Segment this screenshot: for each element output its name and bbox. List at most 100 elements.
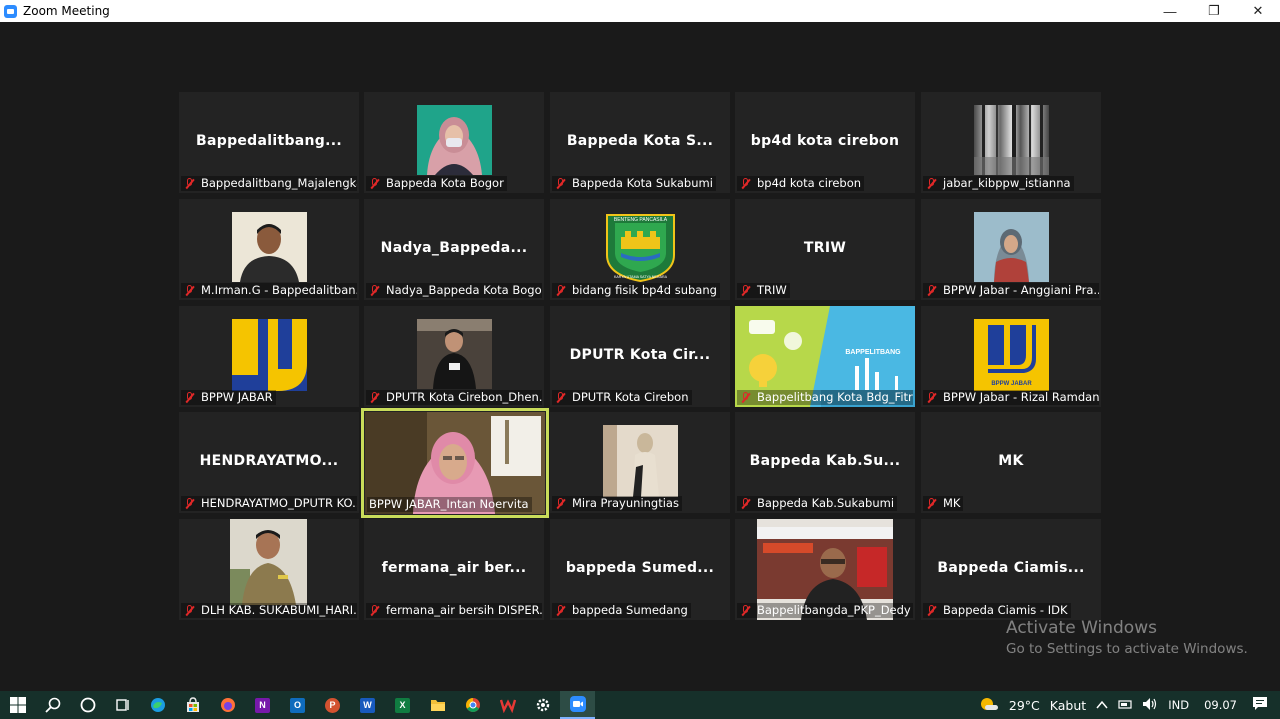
mic-muted-icon <box>368 391 381 404</box>
participant-label: M.Irman.G - Bappedalitban... <box>181 283 357 298</box>
window-titlebar: Zoom Meeting — ❐ ✕ <box>0 0 1280 22</box>
search-icon[interactable] <box>35 691 70 719</box>
excel-icon[interactable]: X <box>385 691 420 719</box>
participant-tile[interactable]: MK MK <box>921 412 1101 513</box>
settings-gear-icon[interactable] <box>525 691 560 719</box>
participant-tile[interactable]: Mira Prayuningtias <box>550 412 730 513</box>
cortana-icon[interactable] <box>70 691 105 719</box>
chevron-up-icon[interactable] <box>1096 698 1108 713</box>
participant-tile[interactable]: DPUTR Kota Cir... DPUTR Kota Cirebon <box>550 306 730 407</box>
participant-video: BENTENG PANCASILA KARYA UTAMA SATYA NEGA… <box>603 211 678 283</box>
participant-tile[interactable]: Bappeda Kab.Su... Bappeda Kab.Sukabumi <box>735 412 915 513</box>
mic-muted-icon <box>183 604 196 617</box>
edge-icon[interactable] <box>140 691 175 719</box>
participant-label: bidang fisik bp4d subang <box>552 283 720 298</box>
participant-tile[interactable]: bappeda Sumed... bappeda Sumedang <box>550 519 730 620</box>
mic-muted-icon <box>739 497 752 510</box>
participant-label: fermana_air bersih DISPER... <box>366 603 542 618</box>
close-button[interactable]: ✕ <box>1236 0 1280 22</box>
participant-label: HENDRAYATMO_DPUTR KO... <box>181 496 357 511</box>
participant-tile[interactable]: DLH KAB. SUKABUMI_HARI... <box>179 519 359 620</box>
participant-tile[interactable]: Bappedalitbang... Bappedalitbang_Majalen… <box>179 92 359 193</box>
word-icon[interactable]: W <box>350 691 385 719</box>
participant-tile[interactable]: BENTENG PANCASILA KARYA UTAMA SATYA NEGA… <box>550 199 730 300</box>
participant-tile[interactable]: BAPPELITBANG Bappelitbang Kota Bdg_Fitri… <box>735 306 915 407</box>
minimize-button[interactable]: — <box>1148 0 1192 22</box>
wps-icon[interactable] <box>490 691 525 719</box>
participant-label: Mira Prayuningtias <box>552 496 682 511</box>
participant-tile[interactable]: Bappeda Kota S... Bappeda Kota Sukabumi <box>550 92 730 193</box>
mic-muted-icon <box>925 177 938 190</box>
language-indicator[interactable]: IND <box>1168 698 1189 712</box>
participant-tile[interactable]: Nadya_Bappeda... Nadya_Bappeda Kota Bogo… <box>364 199 544 300</box>
subang-emblem-icon: BENTENG PANCASILA KARYA UTAMA SATYA NEGA… <box>606 214 675 283</box>
participant-tile[interactable]: M.Irman.G - Bappedalitban... <box>179 199 359 300</box>
mic-muted-icon <box>183 284 196 297</box>
participant-tile[interactable]: BPPW Jabar - Anggiani Pra... <box>921 199 1101 300</box>
volume-icon[interactable] <box>1142 697 1158 714</box>
participant-tile[interactable]: HENDRAYATMO... HENDRAYATMO_DPUTR KO... <box>179 412 359 513</box>
windows-start-icon[interactable] <box>0 691 35 719</box>
zoom-taskbar-icon[interactable] <box>560 691 595 719</box>
participant-label: BPPW JABAR <box>181 390 276 405</box>
mic-muted-icon <box>554 604 567 617</box>
participant-tile[interactable]: DPUTR Kota Cirebon_Dhen... <box>364 306 544 407</box>
onenote-icon[interactable]: N <box>245 691 280 719</box>
participant-name: bp4d kota cirebon <box>750 133 900 149</box>
notification-icon[interactable] <box>1252 696 1268 714</box>
restore-button[interactable]: ❐ <box>1192 0 1236 22</box>
svg-text:BAPPELITBANG: BAPPELITBANG <box>845 349 901 356</box>
mic-muted-icon <box>925 391 938 404</box>
participant-label: DPUTR Kota Cirebon_Dhen... <box>366 390 542 405</box>
participant-tile[interactable]: TRIW TRIW <box>735 199 915 300</box>
weather-temperature[interactable]: 29°C <box>1009 698 1040 713</box>
participant-name: Bappeda Kota S... <box>566 133 714 149</box>
participant-label: Bappeda Kab.Sukabumi <box>737 496 898 511</box>
outlook-icon[interactable]: O <box>280 691 315 719</box>
active-speaker-tile[interactable]: BPPW JABAR_Intan Noervita <box>361 408 549 518</box>
network-icon[interactable] <box>1118 698 1132 713</box>
participant-label: Bappeda Kota Sukabumi <box>552 176 716 191</box>
mic-muted-icon <box>554 284 567 297</box>
participant-tile[interactable]: Bappelitbangda_PKP_Dedy <box>735 519 915 620</box>
participant-tile[interactable]: BPPW JABAR <box>179 306 359 407</box>
participant-label: DPUTR Kota Cirebon <box>552 390 692 405</box>
svg-text:KARYA UTAMA SATYA NEGARA: KARYA UTAMA SATYA NEGARA <box>614 275 668 279</box>
firefox-icon[interactable] <box>210 691 245 719</box>
participant-name: DPUTR Kota Cir... <box>569 347 711 363</box>
powerpoint-icon[interactable]: P <box>315 691 350 719</box>
weather-condition[interactable]: Kabut <box>1050 698 1086 713</box>
participant-tile[interactable]: Bappeda Kota Bogor <box>364 92 544 193</box>
participant-label: Bappelitbang Kota Bdg_Fitri... <box>737 390 913 405</box>
participant-name: bappeda Sumed... <box>565 560 715 576</box>
participant-label: Bappeda Ciamis - IDK <box>923 603 1071 618</box>
mic-muted-icon <box>925 284 938 297</box>
mic-muted-icon <box>554 391 567 404</box>
participant-label: Bappelitbangda_PKP_Dedy <box>737 603 913 618</box>
participant-tile[interactable]: Bappeda Ciamis... Bappeda Ciamis - IDK <box>921 519 1101 620</box>
chrome-icon[interactable] <box>455 691 490 719</box>
mic-muted-icon <box>554 497 567 510</box>
mic-muted-icon <box>739 284 752 297</box>
participant-tile[interactable]: BPPW JABAR BPPW Jabar - Rizal Ramdani <box>921 306 1101 407</box>
mic-muted-icon <box>925 604 938 617</box>
mic-muted-icon <box>739 177 752 190</box>
mic-muted-icon <box>368 604 381 617</box>
participant-label: MK <box>923 496 964 511</box>
participant-tile[interactable]: fermana_air ber... fermana_air bersih DI… <box>364 519 544 620</box>
file-explorer-icon[interactable] <box>420 691 455 719</box>
weather-icon[interactable] <box>979 696 999 715</box>
participant-tile[interactable]: jabar_kibppw_istianna <box>921 92 1101 193</box>
participant-label: BPPW Jabar - Anggiani Pra... <box>923 283 1099 298</box>
task-view-icon[interactable] <box>105 691 140 719</box>
participant-name: Bappeda Ciamis... <box>937 560 1085 576</box>
participant-video <box>417 105 492 175</box>
mic-muted-icon <box>368 284 381 297</box>
clock[interactable]: 09.07 <box>1204 698 1237 712</box>
participant-label: bappeda Sumedang <box>552 603 691 618</box>
participant-tile[interactable]: bp4d kota cirebon bp4d kota cirebon <box>735 92 915 193</box>
participant-name: MK <box>998 453 1024 469</box>
store-icon[interactable] <box>175 691 210 719</box>
participant-label: BPPW Jabar - Rizal Ramdani <box>923 390 1099 405</box>
participant-label: Bappedalitbang_Majalengka <box>181 176 357 191</box>
